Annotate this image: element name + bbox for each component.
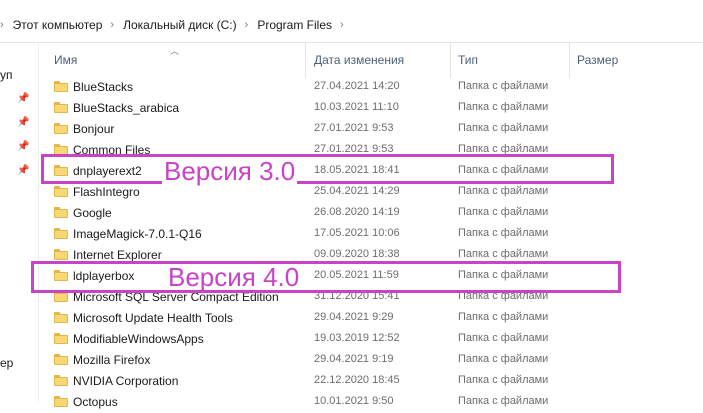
pin-icon: 📌 [17,141,30,152]
column-header-name[interactable]: Имя [54,53,77,67]
annotation-label-version-4: Версия 4.0 [166,262,302,292]
folder-icon [54,312,68,323]
breadcrumb-separator-icon: › [110,19,115,31]
pin-icon: 📌 [17,117,30,128]
file-row[interactable]: Google 26.08.2020 14:19 Папка с файлами [38,203,703,224]
file-row[interactable]: Bonjour 27.01.2021 9:53 Папка с файлами [38,119,703,140]
file-date: 17.05.2021 10:06 [314,227,400,239]
folder-icon [54,375,68,386]
file-name: BlueStacks [73,80,134,94]
column-header-type[interactable]: Тип [458,53,478,67]
file-name: Internet Explorer [73,248,162,262]
folder-icon [54,102,68,113]
file-date: 29.04.2021 9:19 [314,353,394,365]
file-row[interactable]: BlueStacks_arabica 10.03.2021 11:10 Папк… [38,98,703,119]
file-date: 22.12.2020 18:45 [314,374,400,386]
file-type: Папка с файлами [458,122,549,134]
file-row[interactable]: Microsoft Update Health Tools 29.04.2021… [38,308,703,329]
file-type: Папка с файлами [458,185,549,197]
annotation-label-version-3: Версия 3.0 [162,156,298,186]
folder-icon [54,81,68,92]
column-header-date[interactable]: Дата изменения [314,53,404,67]
column-divider[interactable] [569,42,570,78]
file-name: ImageMagick-7.0.1-Q16 [73,227,202,241]
file-date: 26.08.2020 14:19 [314,206,400,218]
breadcrumb: › Этот компьютер › Локальный диск (C:) ›… [0,15,353,35]
file-date: 29.04.2021 9:29 [314,311,394,323]
file-type: Папка с файлами [458,227,549,239]
file-name: Google [73,206,112,220]
file-row[interactable]: Octopus 10.01.2021 9:50 Папка с файлами [38,392,703,413]
file-date: 25.04.2021 14:29 [314,185,400,197]
file-row[interactable]: ModifiableWindowsApps 19.03.2019 12:52 П… [38,329,703,350]
file-name: FlashIntegro [73,185,140,199]
file-row[interactable]: ImageMagick-7.0.1-Q16 17.05.2021 10:06 П… [38,224,703,245]
nav-item-label[interactable]: ер [0,356,13,370]
breadcrumb-item-local-disk[interactable]: Локальный диск (C:) [123,18,237,32]
column-divider[interactable] [305,42,306,78]
nav-item-label[interactable]: уп [0,68,13,82]
file-date: 10.03.2021 11:10 [314,101,399,113]
address-bar[interactable]: › Этот компьютер › Локальный диск (C:) ›… [0,0,703,43]
file-type: Папка с файлами [458,395,549,407]
folder-icon [54,333,68,344]
file-type: Папка с файлами [458,80,549,92]
file-type: Папка с файлами [458,248,549,260]
file-name: BlueStacks_arabica [73,101,180,115]
breadcrumb-separator-icon: › [244,19,249,31]
file-date: 09.09.2020 18:38 [314,248,400,260]
file-type: Папка с файлами [458,206,549,218]
file-row[interactable]: NVIDIA Corporation 22.12.2020 18:45 Папк… [38,371,703,392]
folder-icon [54,123,68,134]
file-date: 19.03.2019 12:52 [314,332,400,344]
pin-icon: 📌 [17,93,30,104]
file-type: Папка с файлами [458,374,549,386]
file-name: Mozilla Firefox [73,353,151,367]
breadcrumb-separator-icon: › [0,19,4,31]
navigation-pane[interactable]: уп 📌 📌 📌 📌 ер [0,42,39,402]
breadcrumb-item-computer[interactable]: Этот компьютер [13,18,103,32]
file-type: Папка с файлами [458,332,549,344]
folder-icon [54,249,68,260]
column-divider[interactable] [450,42,451,78]
folder-icon [54,354,68,365]
breadcrumb-separator-icon: › [340,19,344,31]
file-name: Octopus [73,395,118,409]
breadcrumb-item-program-files[interactable]: Program Files [257,18,332,32]
column-header-size[interactable]: Размер [577,53,618,67]
folder-icon [54,228,68,239]
file-type: Папка с файлами [458,353,549,365]
file-date: 10.01.2021 9:50 [314,395,394,407]
file-name: Bonjour [73,122,115,136]
highlight-box-ldplayerbox [31,261,621,293]
sort-ascending-icon: ︿ [170,46,180,56]
file-row[interactable]: Mozilla Firefox 29.04.2021 9:19 Папка с … [38,350,703,371]
folder-icon [54,207,68,218]
highlight-box-dnplayerext2 [41,154,614,184]
file-date: 27.04.2021 14:20 [314,80,400,92]
file-name: ModifiableWindowsApps [73,332,204,346]
column-header: ︿ Имя Дата изменения Тип Размер [38,42,703,78]
file-date: 27.01.2021 9:53 [314,122,394,134]
file-row[interactable]: FlashIntegro 25.04.2021 14:29 Папка с фа… [38,182,703,203]
file-name: NVIDIA Corporation [73,374,179,388]
file-row[interactable]: BlueStacks 27.04.2021 14:20 Папка с файл… [38,77,703,98]
pin-icon: 📌 [17,165,30,176]
folder-icon [54,186,68,197]
file-type: Папка с файлами [458,101,549,113]
file-name: Microsoft Update Health Tools [73,311,233,325]
file-type: Папка с файлами [458,311,549,323]
